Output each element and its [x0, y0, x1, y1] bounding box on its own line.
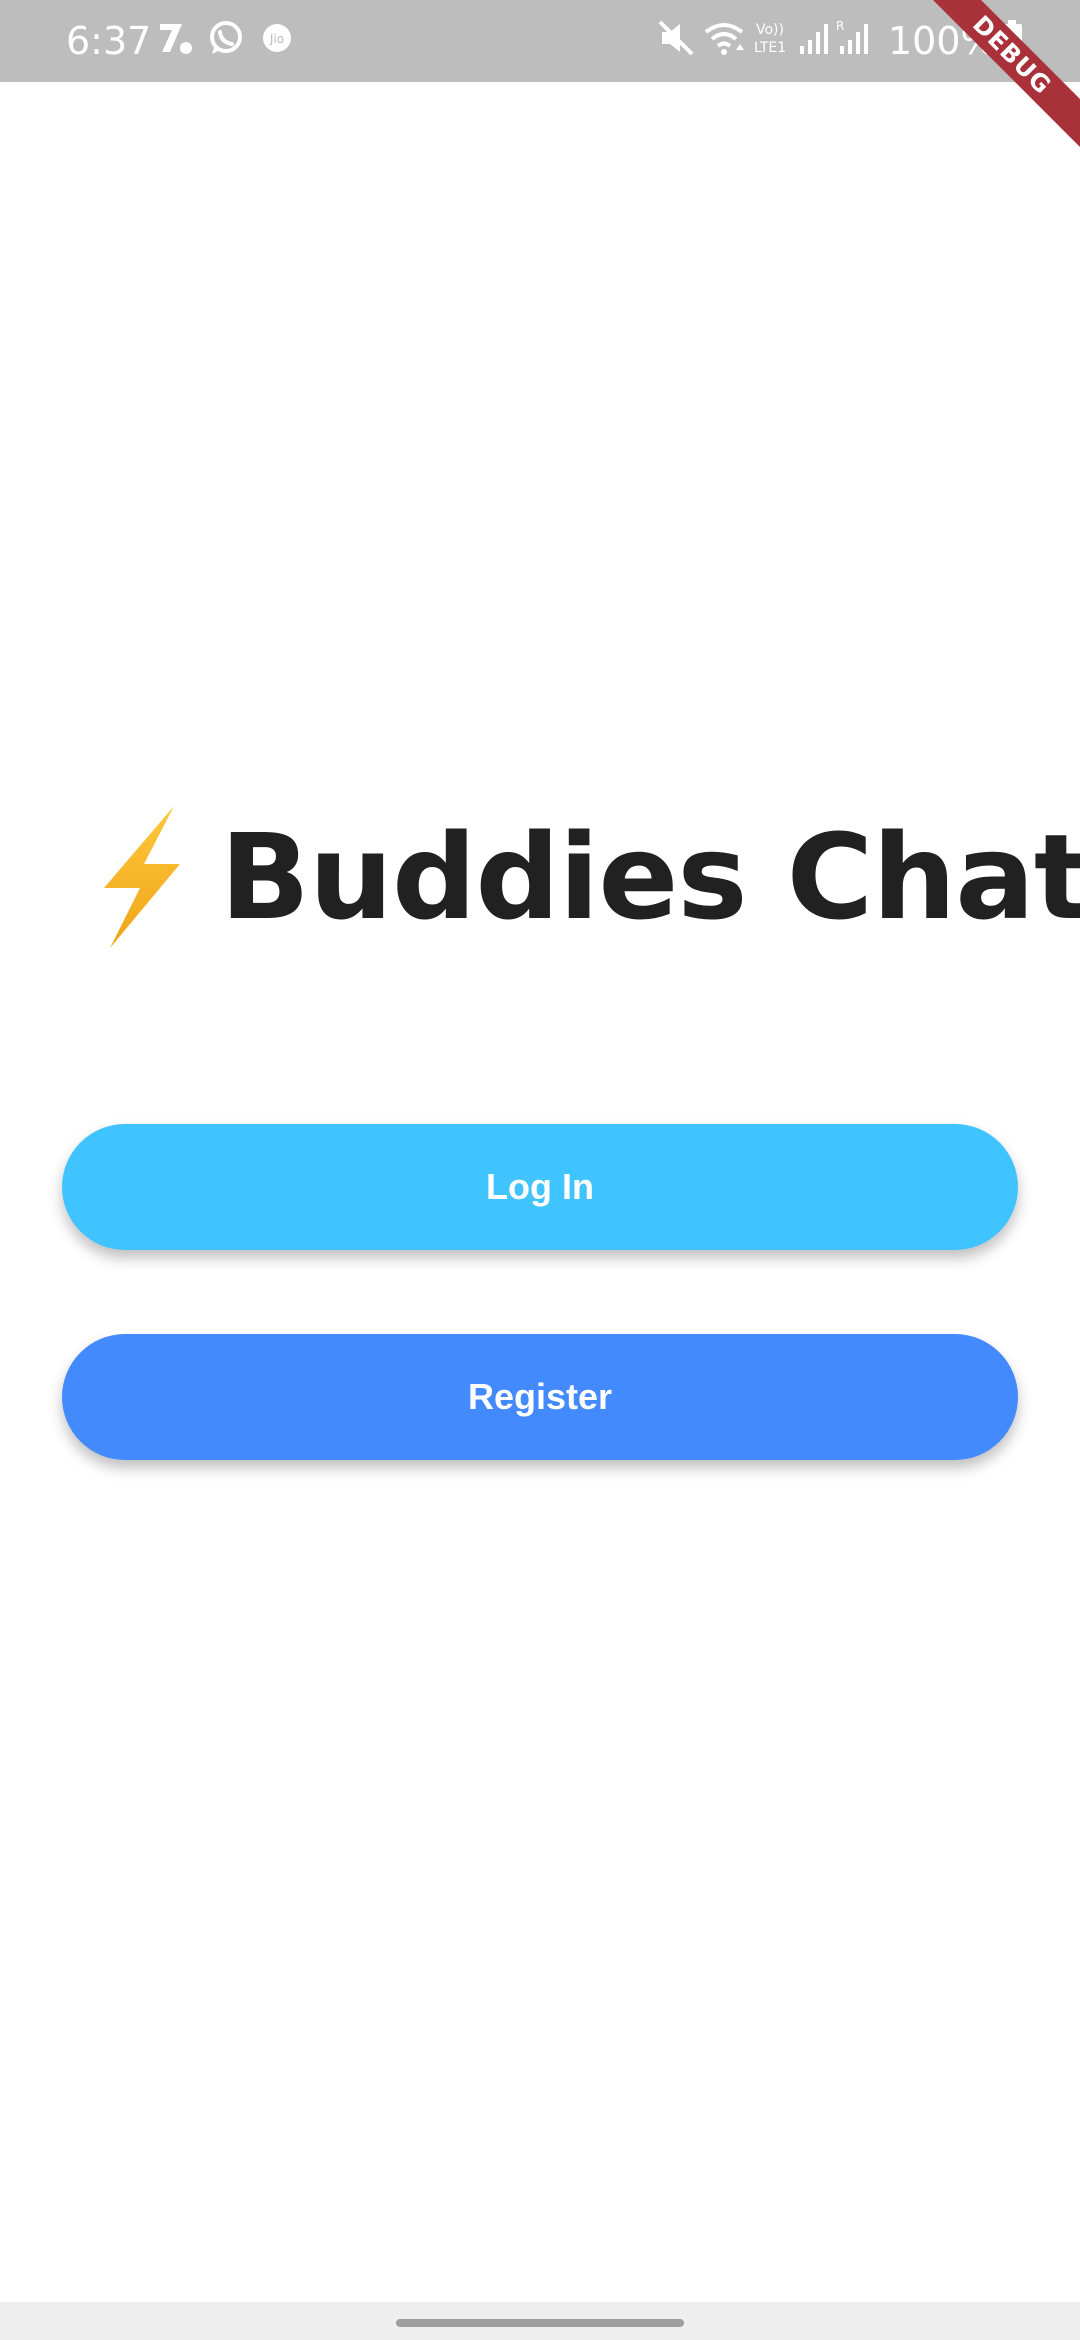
svg-text:Vo)): Vo)) [756, 22, 784, 38]
status-time: 6:37 [66, 19, 152, 63]
notification-app-icon [156, 18, 196, 63]
battery-icon [1000, 18, 1024, 63]
app-brand: Buddies Chat [104, 802, 1080, 952]
battery-percentage: 100% [888, 19, 997, 63]
volte-icon: Vo)) LTE1 [754, 18, 796, 63]
wifi-icon [702, 18, 748, 63]
signal-icon [798, 18, 830, 63]
jio-icon: Jio [260, 18, 294, 63]
svg-text:Jio: Jio [269, 32, 284, 46]
mute-icon [656, 18, 696, 63]
whatsapp-icon [206, 18, 246, 63]
svg-text:LTE1: LTE1 [754, 40, 786, 56]
app-title: Buddies Chat [220, 808, 1080, 946]
status-bar: 6:37 Jio Vo)) LTE1 R 100% [0, 0, 1080, 82]
login-button[interactable]: Log In [62, 1124, 1018, 1250]
navigation-bar [0, 2302, 1080, 2340]
lightning-bolt-icon [104, 806, 180, 948]
home-indicator[interactable] [396, 2319, 684, 2327]
svg-text:R: R [836, 19, 844, 33]
signal-roaming-icon: R [836, 18, 872, 63]
register-button[interactable]: Register [62, 1334, 1018, 1460]
